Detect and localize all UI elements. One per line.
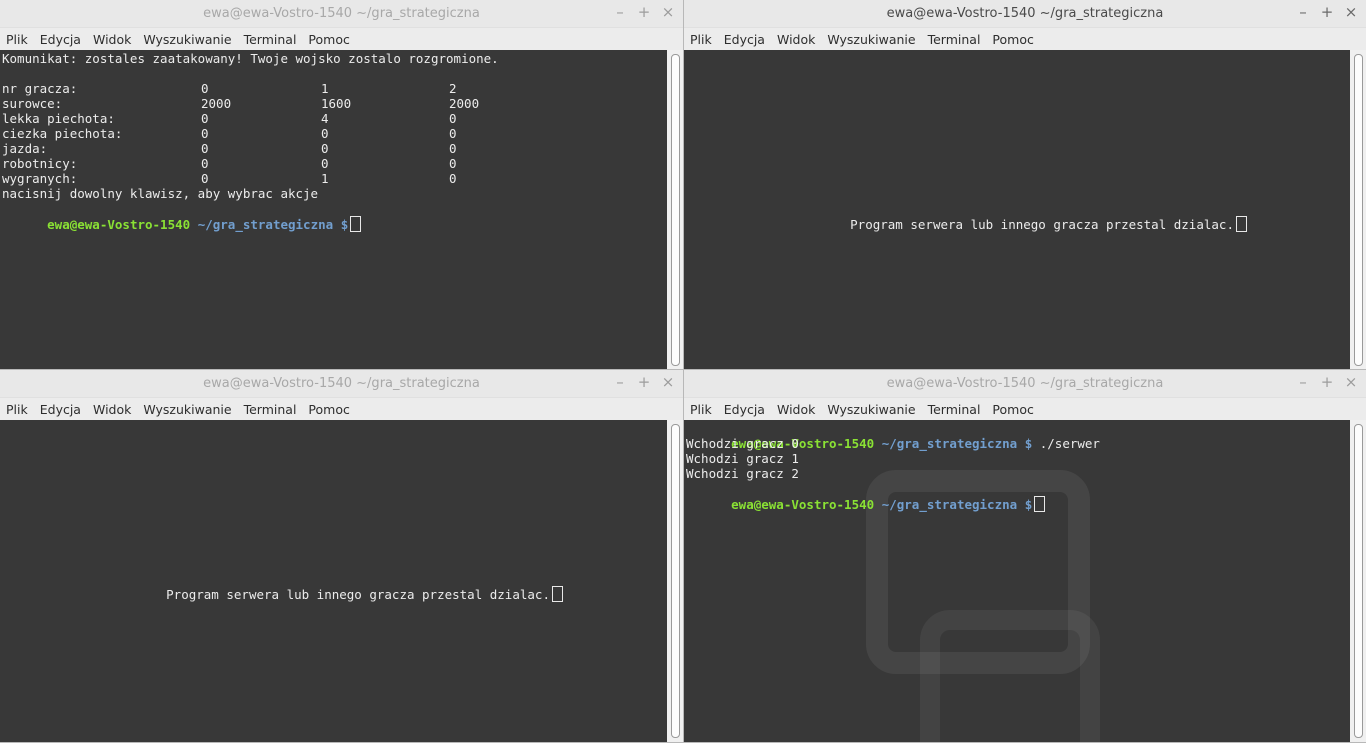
minimize-icon[interactable]: – xyxy=(1296,3,1310,21)
scrollbar[interactable] xyxy=(1350,420,1366,742)
terminal-window-bottom-right: ewa@ewa-Vostro-1540 ~/gra_strategiczna –… xyxy=(684,370,1366,742)
menu-bar: Plik Edycja Widok Wyszukiwanie Terminal … xyxy=(0,398,683,422)
terminal-output[interactable]: Program serwera lub innego gracza przest… xyxy=(0,420,667,742)
mint-logo-watermark xyxy=(920,610,1100,742)
scrollbar[interactable] xyxy=(667,420,683,742)
close-icon[interactable]: × xyxy=(661,3,675,21)
title-bar[interactable]: ewa@ewa-Vostro-1540 ~/gra_strategiczna –… xyxy=(0,370,683,398)
menu-pomoc[interactable]: Pomoc xyxy=(308,32,349,47)
menu-terminal[interactable]: Terminal xyxy=(244,32,297,47)
terminal-window-top-left: ewa@ewa-Vostro-1540 ~/gra_strategiczna –… xyxy=(0,0,683,370)
terminal-window-top-right: ewa@ewa-Vostro-1540 ~/gra_strategiczna –… xyxy=(684,0,1366,370)
menu-bar: Plik Edycja Widok Wyszukiwanie Terminal … xyxy=(684,28,1366,52)
menu-bar: Plik Edycja Widok Wyszukiwanie Terminal … xyxy=(684,398,1366,422)
maximize-icon[interactable]: + xyxy=(1320,3,1334,21)
menu-wyszukiwanie[interactable]: Wyszukiwanie xyxy=(827,402,915,417)
menu-edycja[interactable]: Edycja xyxy=(724,402,765,417)
window-title: ewa@ewa-Vostro-1540 ~/gra_strategiczna xyxy=(203,376,480,391)
menu-terminal[interactable]: Terminal xyxy=(928,32,981,47)
menu-terminal[interactable]: Terminal xyxy=(244,402,297,417)
title-bar[interactable]: ewa@ewa-Vostro-1540 ~/gra_strategiczna –… xyxy=(684,0,1366,28)
menu-pomoc[interactable]: Pomoc xyxy=(992,32,1033,47)
scrollbar-thumb[interactable] xyxy=(1354,424,1363,738)
table-row: lekka piechota: 0 4 0 xyxy=(2,111,457,126)
text-cursor xyxy=(1235,216,1247,232)
close-icon[interactable]: × xyxy=(1344,373,1358,391)
menu-widok[interactable]: Widok xyxy=(93,402,131,417)
menu-plik[interactable]: Plik xyxy=(690,402,712,417)
window-title: ewa@ewa-Vostro-1540 ~/gra_strategiczna xyxy=(203,6,480,21)
menu-wyszukiwanie[interactable]: Wyszukiwanie xyxy=(143,32,231,47)
title-bar[interactable]: ewa@ewa-Vostro-1540 ~/gra_strategiczna –… xyxy=(0,0,683,28)
attack-message: Komunikat: zostales zaatakowany! Twoje w… xyxy=(2,51,499,66)
output-line: Wchodzi gracz 2 xyxy=(686,466,799,481)
shell-prompt: ewa@ewa-Vostro-1540 ~/gra_strategiczna $ xyxy=(2,201,362,232)
text-cursor xyxy=(551,586,563,602)
scrollbar[interactable] xyxy=(667,50,683,370)
menu-bar: Plik Edycja Widok Wyszukiwanie Terminal … xyxy=(0,28,683,52)
window-title: ewa@ewa-Vostro-1540 ~/gra_strategiczna xyxy=(886,376,1164,391)
menu-plik[interactable]: Plik xyxy=(6,402,28,417)
title-bar[interactable]: ewa@ewa-Vostro-1540 ~/gra_strategiczna –… xyxy=(684,370,1366,398)
shell-prompt: ewa@ewa-Vostro-1540 ~/gra_strategiczna $ xyxy=(686,481,1046,512)
menu-edycja[interactable]: Edycja xyxy=(40,402,81,417)
close-icon[interactable]: × xyxy=(1344,3,1358,21)
table-row: wygranych: 0 1 0 xyxy=(2,171,457,186)
menu-wyszukiwanie[interactable]: Wyszukiwanie xyxy=(827,32,915,47)
shell-prompt: ewa@ewa-Vostro-1540 ~/gra_strategiczna $… xyxy=(731,436,1100,451)
terminal-output[interactable]: Program serwera lub innego gracza przest… xyxy=(684,50,1350,370)
table-row: jazda: 0 0 0 xyxy=(2,141,457,156)
terminal-output[interactable]: Komunikat: zostales zaatakowany! Twoje w… xyxy=(0,50,667,370)
table-row: surowce: 2000 1600 2000 xyxy=(2,96,480,111)
menu-pomoc[interactable]: Pomoc xyxy=(308,402,349,417)
output-line: Wchodzi gracz 0 xyxy=(686,436,799,451)
text-cursor xyxy=(1034,496,1046,512)
menu-plik[interactable]: Plik xyxy=(690,32,712,47)
menu-wyszukiwanie[interactable]: Wyszukiwanie xyxy=(143,402,231,417)
menu-plik[interactable]: Plik xyxy=(6,32,28,47)
scrollbar-thumb[interactable] xyxy=(671,424,680,738)
minimize-icon[interactable]: – xyxy=(1296,373,1310,391)
menu-widok[interactable]: Widok xyxy=(93,32,131,47)
menu-widok[interactable]: Widok xyxy=(777,32,815,47)
hint-text: nacisnij dowolny klawisz, aby wybrac akc… xyxy=(2,186,319,201)
close-icon[interactable]: × xyxy=(661,373,675,391)
menu-widok[interactable]: Widok xyxy=(777,402,815,417)
maximize-icon[interactable]: + xyxy=(1320,373,1334,391)
menu-edycja[interactable]: Edycja xyxy=(724,32,765,47)
command-text: ./serwer xyxy=(1039,436,1100,451)
table-row: robotnicy: 0 0 0 xyxy=(2,156,457,171)
maximize-icon[interactable]: + xyxy=(637,373,651,391)
menu-terminal[interactable]: Terminal xyxy=(928,402,981,417)
scrollbar[interactable] xyxy=(1350,50,1366,370)
window-title: ewa@ewa-Vostro-1540 ~/gra_strategiczna xyxy=(886,6,1164,21)
minimize-icon[interactable]: – xyxy=(613,3,627,21)
error-message: Program serwera lub innego gracza przest… xyxy=(121,571,563,602)
minimize-icon[interactable]: – xyxy=(613,373,627,391)
error-message: Program serwera lub innego gracza przest… xyxy=(805,201,1247,232)
text-cursor xyxy=(350,216,362,232)
terminal-output[interactable]: ewa@ewa-Vostro-1540 ~/gra_strategiczna $… xyxy=(684,420,1350,742)
table-row: nr gracza: 0 1 2 xyxy=(2,81,457,96)
scrollbar-thumb[interactable] xyxy=(1354,54,1363,366)
table-row: ciezka piechota: 0 0 0 xyxy=(2,126,457,141)
scrollbar-thumb[interactable] xyxy=(671,54,680,366)
menu-edycja[interactable]: Edycja xyxy=(40,32,81,47)
menu-pomoc[interactable]: Pomoc xyxy=(992,402,1033,417)
output-line: Wchodzi gracz 1 xyxy=(686,451,799,466)
terminal-window-bottom-left: ewa@ewa-Vostro-1540 ~/gra_strategiczna –… xyxy=(0,370,683,742)
maximize-icon[interactable]: + xyxy=(637,3,651,21)
